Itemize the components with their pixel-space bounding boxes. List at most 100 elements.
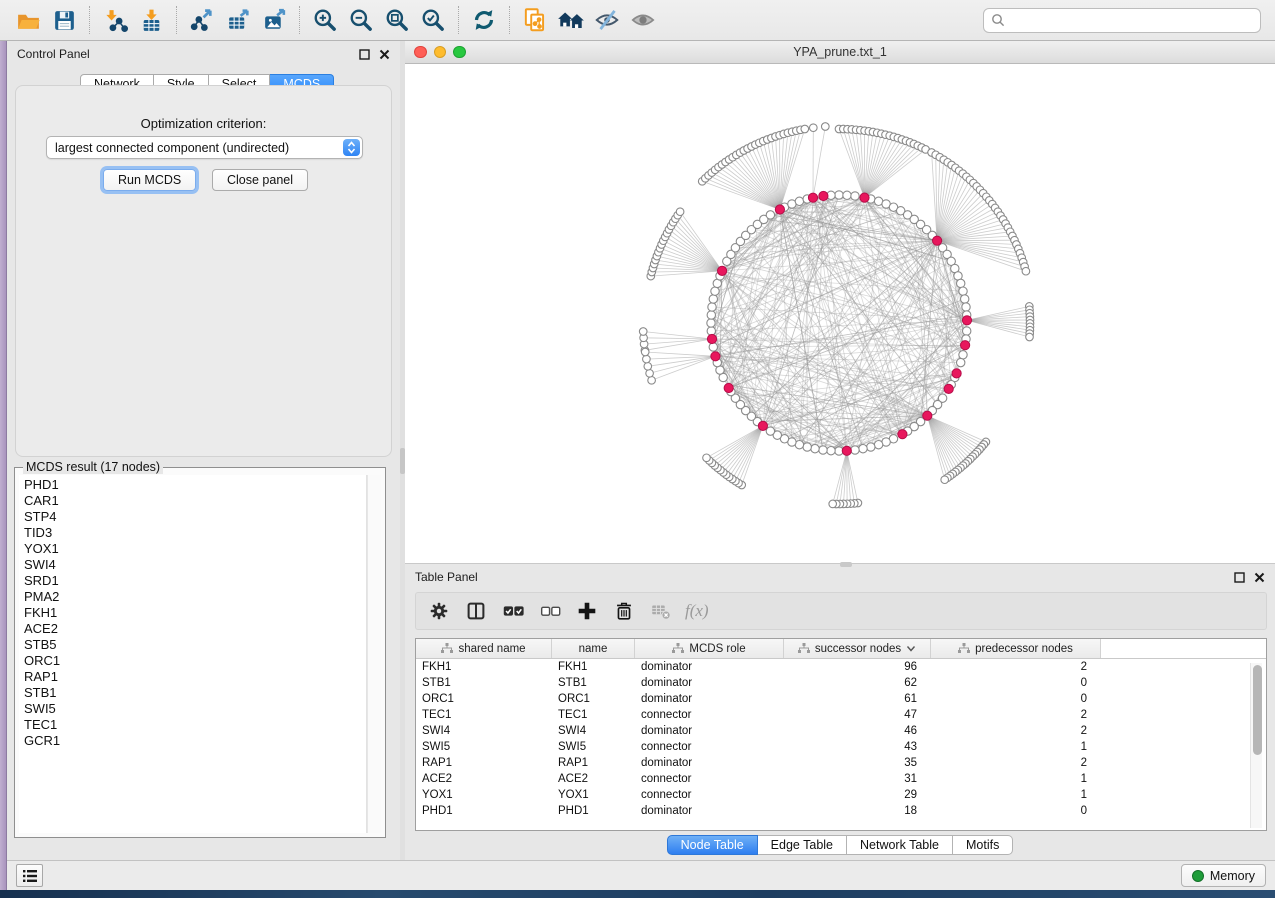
float-panel-icon[interactable] (1234, 572, 1245, 583)
zoom-selected-icon[interactable] (415, 3, 451, 37)
table-row[interactable]: PHD1PHD1dominator180 (416, 803, 1266, 819)
result-node-item[interactable]: STP4 (24, 509, 366, 525)
result-node-item[interactable]: STB5 (24, 637, 366, 653)
cell-MCDS-role: connector (635, 709, 784, 721)
open-file-icon[interactable] (10, 3, 46, 37)
hide-selected-icon[interactable] (589, 3, 625, 37)
cell-predecessor-nodes: 2 (931, 757, 1101, 769)
result-node-item[interactable]: GCR1 (24, 733, 366, 749)
table-row[interactable]: YOX1YOX1connector291 (416, 787, 1266, 803)
search-input[interactable] (1010, 13, 1253, 27)
refresh-icon[interactable] (466, 3, 502, 37)
result-node-item[interactable]: STB1 (24, 685, 366, 701)
copy-style-icon[interactable] (517, 3, 553, 37)
network-graph[interactable] (405, 64, 1275, 563)
export-network-icon[interactable] (184, 3, 220, 37)
cell-shared-name: SWI4 (416, 725, 552, 737)
table-row[interactable]: ORC1ORC1dominator610 (416, 691, 1266, 707)
cell-MCDS-role: connector (635, 789, 784, 801)
result-node-item[interactable]: PMA2 (24, 589, 366, 605)
network-titlebar[interactable]: YPA_prune.txt_1 (405, 41, 1275, 64)
result-node-item[interactable]: YOX1 (24, 541, 366, 557)
column-header-MCDS-role[interactable]: MCDS role (635, 639, 784, 658)
search-box[interactable] (983, 8, 1261, 33)
import-table-icon[interactable] (133, 3, 169, 37)
result-node-item[interactable]: TEC1 (24, 717, 366, 733)
float-panel-icon[interactable] (359, 49, 370, 60)
import-network-icon[interactable] (97, 3, 133, 37)
save-session-icon[interactable] (46, 3, 82, 37)
result-node-item[interactable]: ACE2 (24, 621, 366, 637)
result-node-item[interactable]: SRD1 (24, 573, 366, 589)
main-toolbar (0, 0, 1275, 41)
tab-edge-table[interactable]: Edge Table (758, 835, 847, 855)
result-node-item[interactable]: SWI4 (24, 557, 366, 573)
column-header-name[interactable]: name (552, 639, 635, 658)
cell-name: RAP1 (552, 757, 635, 769)
horizontal-splitter-grip[interactable] (840, 562, 852, 567)
optimization-criterion-label: Optimization criterion: (16, 116, 391, 131)
deselect-all-rows-icon[interactable] (535, 596, 565, 626)
table-settings-gear-icon[interactable] (424, 596, 454, 626)
cell-shared-name: FKH1 (416, 661, 552, 673)
task-history-button[interactable] (16, 864, 43, 887)
mcds-result-scrollbar[interactable] (367, 475, 381, 833)
table-row[interactable]: RAP1RAP1dominator352 (416, 755, 1266, 771)
criterion-dropdown[interactable]: largest connected component (undirected) (46, 136, 363, 159)
control-panel-titlebar: Control Panel (7, 41, 400, 67)
result-node-item[interactable]: ORC1 (24, 653, 366, 669)
table-tabs: Node TableEdge TableNetwork TableMotifs (405, 835, 1275, 855)
table-row[interactable]: TEC1TEC1connector472 (416, 707, 1266, 723)
close-panel-icon[interactable] (379, 49, 390, 60)
toolbar-separator (89, 6, 90, 34)
cell-MCDS-role: dominator (635, 677, 784, 689)
close-panel-button[interactable]: Close panel (212, 169, 308, 191)
node-table: shared namename MCDS role successor nodesp… (415, 638, 1267, 831)
table-row[interactable]: SWI5SWI5connector431 (416, 739, 1266, 755)
first-neighbors-icon[interactable] (553, 3, 589, 37)
select-all-rows-icon[interactable] (498, 596, 528, 626)
table-row[interactable]: FKH1FKH1dominator962 (416, 659, 1266, 675)
result-node-item[interactable]: RAP1 (24, 669, 366, 685)
zoom-fit-icon[interactable] (379, 3, 415, 37)
memory-button[interactable]: Memory (1181, 864, 1266, 887)
toolbar-separator (176, 6, 177, 34)
export-table-icon[interactable] (220, 3, 256, 37)
zoom-in-icon[interactable] (307, 3, 343, 37)
memory-label: Memory (1210, 869, 1255, 883)
result-node-item[interactable]: CAR1 (24, 493, 366, 509)
close-panel-icon[interactable] (1254, 572, 1265, 583)
tab-network-table[interactable]: Network Table (847, 835, 953, 855)
cell-successor-nodes: 61 (784, 693, 931, 705)
create-column-icon[interactable] (572, 596, 602, 626)
tab-motifs[interactable]: Motifs (953, 835, 1013, 855)
result-node-item[interactable]: SWI5 (24, 701, 366, 717)
show-all-icon[interactable] (625, 3, 661, 37)
column-header-label: MCDS role (689, 643, 745, 655)
cell-shared-name: RAP1 (416, 757, 552, 769)
show-columns-icon[interactable] (461, 596, 491, 626)
tab-node-table[interactable]: Node Table (667, 835, 758, 855)
table-row[interactable]: SWI4SWI4dominator462 (416, 723, 1266, 739)
result-node-item[interactable]: PHD1 (24, 477, 366, 493)
cell-successor-nodes: 29 (784, 789, 931, 801)
delete-column-icon[interactable] (609, 596, 639, 626)
cell-name: TEC1 (552, 709, 635, 721)
table-row[interactable]: ACE2ACE2connector311 (416, 771, 1266, 787)
result-node-item[interactable]: TID3 (24, 525, 366, 541)
column-header-shared-name[interactable]: shared name (416, 639, 552, 658)
column-header-successor-nodes[interactable]: successor nodes (784, 639, 931, 658)
cell-MCDS-role: connector (635, 741, 784, 753)
export-image-icon[interactable] (256, 3, 292, 37)
network-canvas[interactable] (405, 64, 1275, 563)
table-scrollbar-thumb[interactable] (1253, 665, 1262, 755)
run-mcds-button[interactable]: Run MCDS (103, 169, 196, 191)
column-header-predecessor-nodes[interactable]: predecessor nodes (931, 639, 1101, 658)
cell-shared-name: YOX1 (416, 789, 552, 801)
mcds-result-list[interactable]: PHD1CAR1STP4TID3YOX1SWI4SRD1PMA2FKH1ACE2… (19, 475, 367, 833)
result-node-item[interactable]: FKH1 (24, 605, 366, 621)
table-scrollbar[interactable] (1250, 663, 1262, 828)
cell-predecessor-nodes: 1 (931, 773, 1101, 785)
table-row[interactable]: STB1STB1dominator620 (416, 675, 1266, 691)
zoom-out-icon[interactable] (343, 3, 379, 37)
